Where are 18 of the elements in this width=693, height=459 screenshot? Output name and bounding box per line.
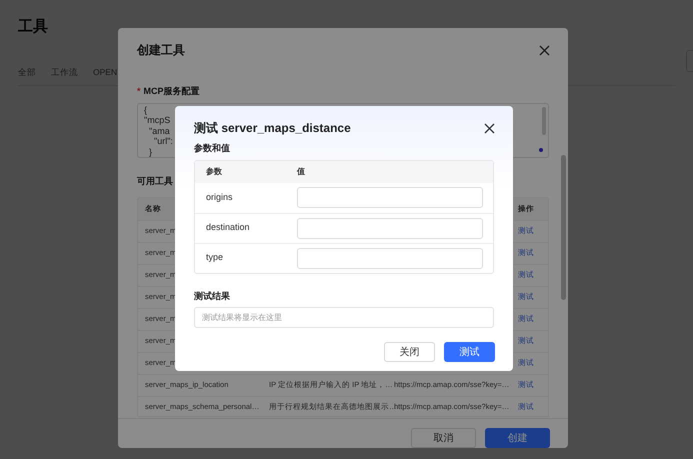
code-line: "url":	[153, 136, 173, 146]
param-name: destination	[206, 221, 251, 234]
param-name: origins	[206, 190, 234, 204]
page-title: 工具	[18, 17, 49, 37]
column-header: 参数	[206, 166, 223, 178]
section-label: 参数和值	[194, 142, 231, 155]
required-mark: *	[137, 85, 141, 98]
column-header: 值	[297, 166, 305, 178]
section-label: 可用工具	[137, 175, 174, 188]
dialog-title: 测试 server_maps_distance	[194, 120, 351, 137]
section-label: 测试结果	[194, 290, 231, 302]
code-line: {	[144, 104, 148, 115]
code-line: }	[148, 146, 152, 157]
code-line: "ama	[148, 126, 170, 136]
dialog-title: 创建工具	[137, 42, 185, 59]
code-line: "mcpS	[144, 115, 170, 126]
param-name: type	[206, 251, 224, 264]
field-label: MCP服务配置	[144, 85, 200, 98]
